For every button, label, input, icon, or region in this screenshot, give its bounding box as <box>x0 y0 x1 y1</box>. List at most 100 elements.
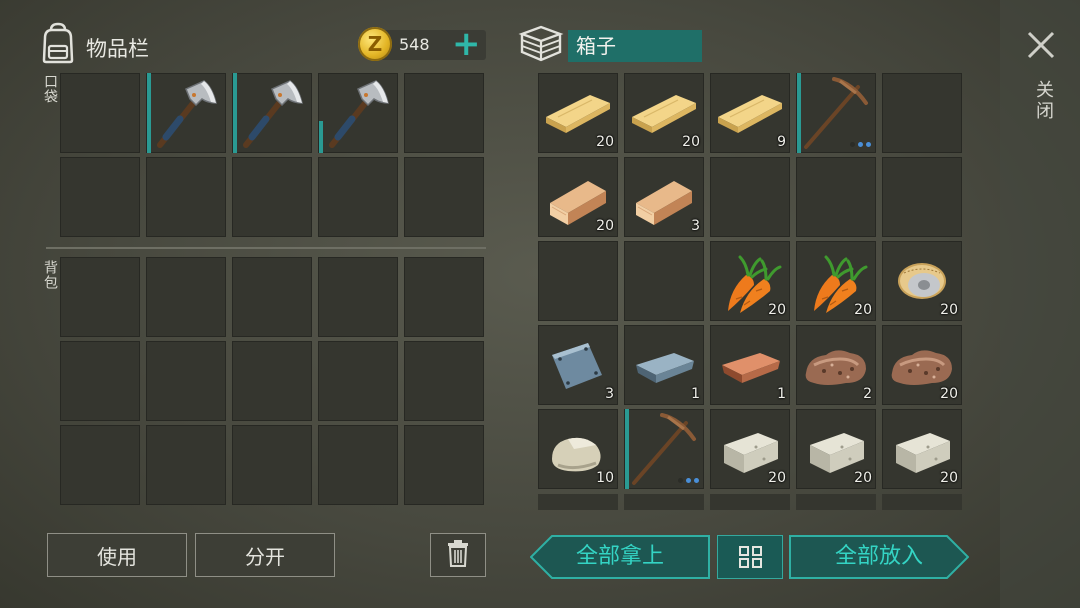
slot[interactable]: 3 <box>624 157 704 237</box>
chest-grid: 20 20 9 20 3 20 20 20 3 1 1 2 20 10 20 2… <box>538 73 962 489</box>
slot[interactable]: 20 <box>882 325 962 405</box>
put-all-label: 全部放入 <box>834 544 923 569</box>
slot[interactable] <box>882 494 962 510</box>
slot[interactable] <box>60 73 140 153</box>
put-all-button[interactable]: 全部放入 <box>789 535 970 579</box>
item-count: 3 <box>691 218 700 234</box>
slot[interactable]: 20 <box>710 241 790 321</box>
item-count: 1 <box>777 386 786 402</box>
item-count: 20 <box>768 470 786 486</box>
item-count: 2 <box>863 386 872 402</box>
slot[interactable] <box>146 425 226 505</box>
slot[interactable] <box>538 241 618 321</box>
slot[interactable] <box>318 425 398 505</box>
slot[interactable] <box>624 409 704 489</box>
slot[interactable] <box>624 241 704 321</box>
close-icon[interactable] <box>1026 26 1056 66</box>
close-button[interactable]: 关闭 <box>1030 80 1056 122</box>
backpack-label: 背包 <box>42 260 58 290</box>
slot[interactable]: 20 <box>710 409 790 489</box>
slot[interactable] <box>318 257 398 337</box>
item-count: 20 <box>940 386 958 402</box>
slot[interactable] <box>146 341 226 421</box>
item-count: 10 <box>596 470 614 486</box>
slot[interactable]: 1 <box>710 325 790 405</box>
backpack-grid <box>60 257 484 505</box>
durability-bar <box>797 73 801 153</box>
slot[interactable] <box>232 157 312 237</box>
slot[interactable] <box>232 257 312 337</box>
take-all-label: 全部拿上 <box>575 544 664 569</box>
slot[interactable] <box>318 73 398 153</box>
slot[interactable] <box>232 73 312 153</box>
slot[interactable] <box>796 73 876 153</box>
item-count: 20 <box>854 302 872 318</box>
slot[interactable] <box>710 157 790 237</box>
item-count: 20 <box>682 134 700 150</box>
slot[interactable] <box>60 257 140 337</box>
pocket-grid <box>60 73 484 237</box>
slot[interactable] <box>404 73 484 153</box>
inventory-title: 物品栏 <box>86 37 149 61</box>
slot[interactable] <box>882 157 962 237</box>
chest-icon <box>518 24 564 64</box>
split-button[interactable]: 分开 <box>195 533 335 577</box>
durability-bar <box>233 73 237 153</box>
slot[interactable] <box>796 494 876 510</box>
slot[interactable] <box>624 494 704 510</box>
slot[interactable]: 2 <box>796 325 876 405</box>
coin-amount: 548 <box>399 35 430 54</box>
slot[interactable]: 20 <box>796 241 876 321</box>
use-button[interactable]: 使用 <box>47 533 187 577</box>
slot[interactable] <box>318 341 398 421</box>
slot[interactable]: 20 <box>624 73 704 153</box>
item-count: 20 <box>768 302 786 318</box>
slot[interactable]: 20 <box>796 409 876 489</box>
slot[interactable]: 9 <box>710 73 790 153</box>
slot[interactable] <box>882 73 962 153</box>
slot[interactable] <box>60 157 140 237</box>
take-all-button[interactable]: 全部拿上 <box>529 535 710 579</box>
grid-sort-icon <box>738 545 764 573</box>
item-count: 20 <box>940 470 958 486</box>
slot[interactable]: 20 <box>538 73 618 153</box>
item-count: 3 <box>605 386 614 402</box>
durability-bar <box>147 73 151 153</box>
durability-bar <box>319 121 323 153</box>
trash-button[interactable] <box>430 533 486 577</box>
slot[interactable] <box>710 494 790 510</box>
slot[interactable] <box>404 425 484 505</box>
trash-icon <box>447 539 469 572</box>
item-count: 20 <box>596 218 614 234</box>
slot[interactable]: 1 <box>624 325 704 405</box>
section-divider <box>46 247 486 249</box>
slot[interactable] <box>538 494 618 510</box>
slot[interactable] <box>60 425 140 505</box>
sort-button[interactable] <box>717 535 783 579</box>
slot[interactable] <box>232 425 312 505</box>
chest-grid-next-row <box>538 494 962 510</box>
slot[interactable]: 20 <box>538 157 618 237</box>
slot[interactable]: 10 <box>538 409 618 489</box>
slot[interactable] <box>146 257 226 337</box>
slot[interactable]: 3 <box>538 325 618 405</box>
slot[interactable]: 20 <box>882 241 962 321</box>
slot[interactable] <box>60 341 140 421</box>
pocket-label: 口袋 <box>42 74 58 104</box>
item-count: 9 <box>777 134 786 150</box>
slot[interactable] <box>404 257 484 337</box>
slot[interactable] <box>146 73 226 153</box>
slot[interactable] <box>232 341 312 421</box>
quality-dots <box>850 142 871 147</box>
item-count: 20 <box>596 134 614 150</box>
slot[interactable]: 20 <box>882 409 962 489</box>
slot[interactable] <box>404 341 484 421</box>
item-count: 20 <box>940 302 958 318</box>
coin-icon: Z <box>358 27 392 61</box>
slot[interactable] <box>404 157 484 237</box>
slot[interactable] <box>796 157 876 237</box>
slot[interactable] <box>318 157 398 237</box>
slot[interactable] <box>146 157 226 237</box>
add-coins-button[interactable]: + <box>452 27 481 61</box>
chest-title: 箱子 <box>568 30 702 62</box>
